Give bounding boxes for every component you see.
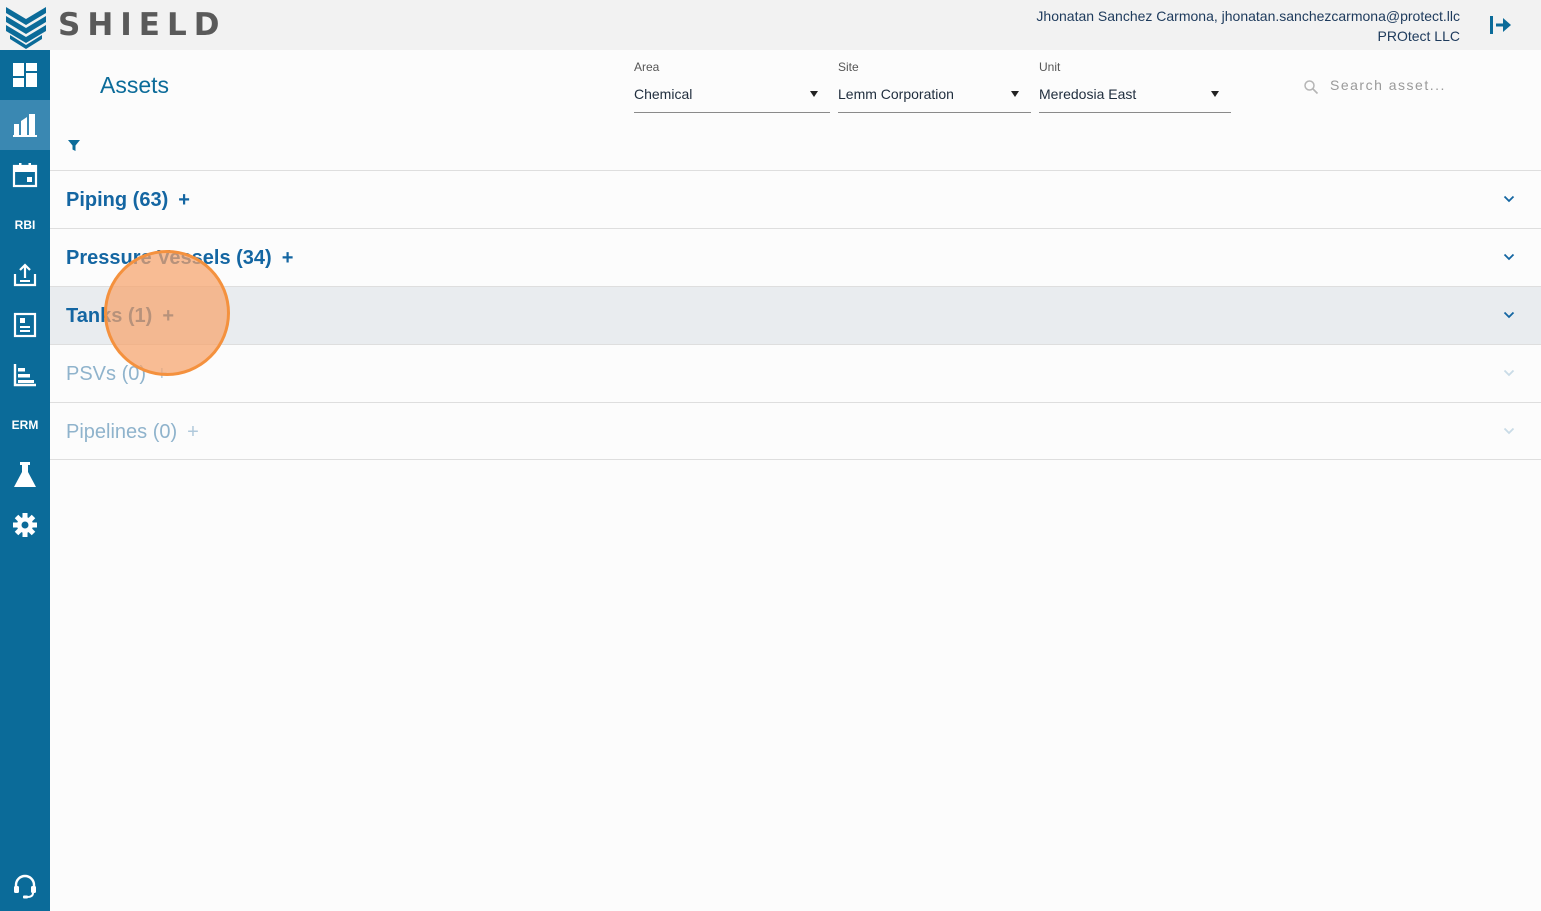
shield-logo-icon <box>6 7 46 49</box>
chevron-down-icon[interactable] <box>1503 427 1515 435</box>
area-label: Area <box>634 60 660 74</box>
accordion-pressure-vessels-label: Pressure Vessels (34) <box>66 247 272 269</box>
user-name-email: Jhonatan Sanchez Carmona, jhonatan.sanch… <box>1036 8 1460 24</box>
accordion-title-piping: Piping (63) + <box>66 187 190 213</box>
area-select[interactable]: Area Chemical <box>634 60 830 114</box>
top-bar: SHIELD Jhonatan Sanchez Carmona, jhonata… <box>0 0 1541 50</box>
area-value: Chemical <box>634 86 693 102</box>
caret-down-icon <box>810 91 818 97</box>
accordion-piping[interactable]: Piping (63) + <box>50 170 1541 228</box>
add-piping-button[interactable]: + <box>178 187 190 213</box>
accordion-pipelines-label: Pipelines (0) <box>66 421 178 443</box>
site-label: Site <box>838 60 859 74</box>
page-title: Assets <box>100 72 170 98</box>
assets-icon <box>13 114 37 137</box>
sidebar-item-charts[interactable] <box>0 350 50 400</box>
dashboard-icon <box>13 63 37 87</box>
accordion-title-tanks: Tanks (1) + <box>66 303 174 329</box>
site-dropdown[interactable]: Lemm Corporation <box>838 84 1031 113</box>
upload-icon <box>13 263 37 287</box>
accordion-title-pipelines: Pipelines (0) + <box>66 419 199 445</box>
sidebar-item-settings[interactable] <box>0 500 50 550</box>
sidebar-item-rbi[interactable]: RBI <box>0 200 50 250</box>
search-input[interactable] <box>1330 74 1500 96</box>
filter-icon[interactable] <box>66 137 82 153</box>
sidebar-item-support[interactable] <box>0 861 50 911</box>
chevron-down-icon[interactable] <box>1503 311 1515 319</box>
user-info: Jhonatan Sanchez Carmona, jhonatan.sanch… <box>1036 6 1460 46</box>
accordion-pipelines[interactable]: Pipelines (0) + <box>50 402 1541 460</box>
add-tank-button[interactable]: + <box>162 303 174 329</box>
accordion-psvs-label: PSVs (0) <box>66 363 147 385</box>
chevron-down-icon[interactable] <box>1503 369 1515 377</box>
unit-value: Meredosia East <box>1039 86 1137 102</box>
unit-dropdown[interactable]: Meredosia East <box>1039 84 1231 113</box>
accordion-piping-label: Piping (63) <box>66 189 169 211</box>
sidebar-item-erm-label: ERM <box>11 418 39 432</box>
area-dropdown[interactable]: Chemical <box>634 84 830 113</box>
accordion-tanks-label: Tanks (1) <box>66 305 153 327</box>
chevron-down-icon[interactable] <box>1503 253 1515 261</box>
report-icon <box>13 312 37 338</box>
unit-label: Unit <box>1039 60 1061 74</box>
sidebar-item-dashboard[interactable] <box>0 50 50 100</box>
sidebar: RBI ERM <box>0 50 50 911</box>
sidebar-item-erm[interactable]: ERM <box>0 400 50 450</box>
flask-icon <box>14 462 36 487</box>
search-box[interactable] <box>1300 74 1500 98</box>
caret-down-icon <box>1211 91 1219 97</box>
unit-select[interactable]: Unit Meredosia East <box>1039 60 1231 114</box>
accordion-psvs[interactable]: PSVs (0) + <box>50 344 1541 402</box>
gear-icon <box>13 513 37 537</box>
brand-name: SHIELD <box>58 7 227 43</box>
sidebar-item-assets[interactable] <box>0 100 50 150</box>
calendar-icon <box>12 163 38 188</box>
add-pressure-vessel-button[interactable]: + <box>282 245 294 271</box>
caret-down-icon <box>1011 91 1019 97</box>
site-select[interactable]: Site Lemm Corporation <box>838 60 1031 114</box>
add-pipeline-button[interactable]: + <box>187 419 199 445</box>
sidebar-item-lab[interactable] <box>0 450 50 500</box>
search-icon <box>1304 80 1319 95</box>
sidebar-item-calendar[interactable] <box>0 150 50 200</box>
add-psv-button[interactable]: + <box>156 361 168 387</box>
accordion-title-pressure-vessels: Pressure Vessels (34) + <box>66 245 293 271</box>
company-name: PROtect LLC <box>1377 28 1460 44</box>
sidebar-item-upload[interactable] <box>0 250 50 300</box>
logout-icon[interactable] <box>1488 14 1512 36</box>
asset-category-list: Piping (63) + Pressure Vessels (34) + Tank… <box>50 170 1541 460</box>
accordion-tanks[interactable]: Tanks (1) + <box>50 286 1541 344</box>
site-value: Lemm Corporation <box>838 86 954 102</box>
chart-icon <box>13 364 36 387</box>
accordion-pressure-vessels[interactable]: Pressure Vessels (34) + <box>50 228 1541 286</box>
sidebar-item-reports[interactable] <box>0 300 50 350</box>
sidebar-item-rbi-label: RBI <box>14 218 36 232</box>
headset-icon <box>14 874 36 899</box>
accordion-title-psvs: PSVs (0) + <box>66 361 168 387</box>
chevron-down-icon[interactable] <box>1503 195 1515 203</box>
